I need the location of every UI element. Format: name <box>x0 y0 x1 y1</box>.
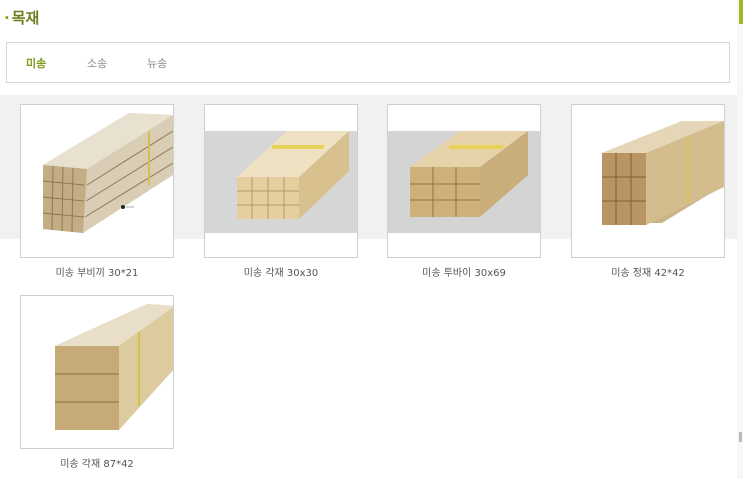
product-thumbnail[interactable] <box>20 104 174 258</box>
category-tab-bar: 미송 소송 뉴송 <box>6 42 730 83</box>
section-title-text: 목재 <box>11 9 40 27</box>
square-timber-bundle-icon <box>602 121 724 225</box>
tab-misong[interactable]: 미송 <box>26 55 46 71</box>
product-name[interactable]: 미송 각재 87*42 <box>20 455 174 470</box>
product-thumbnail[interactable] <box>204 104 358 258</box>
product-thumbnail[interactable] <box>20 295 174 449</box>
loading-indicator <box>121 205 135 209</box>
product-card[interactable]: 미송 각재 87*42 <box>20 295 174 470</box>
product-thumbnail[interactable] <box>571 104 725 258</box>
section-title: · 목재 <box>4 7 39 28</box>
product-card[interactable]: 미송 정재 42*42 <box>571 104 725 279</box>
square-lumber-bundle-icon <box>205 131 357 233</box>
two-by-lumber-bundle-icon <box>388 131 540 233</box>
tab-nyusong[interactable]: 뉴송 <box>147 55 167 71</box>
stacked-boards-icon <box>42 113 173 233</box>
scrollbar-thumb[interactable] <box>739 0 743 24</box>
product-card[interactable]: 미송 투바이 30x69 <box>387 104 541 279</box>
product-name[interactable]: 미송 부비끼 30*21 <box>20 264 174 279</box>
scrollbar[interactable] <box>737 0 743 479</box>
title-bullet: · <box>4 9 10 27</box>
product-thumbnail[interactable] <box>387 104 541 258</box>
large-beam-bundle-icon <box>55 304 173 430</box>
product-name[interactable]: 미송 정재 42*42 <box>571 264 725 279</box>
product-name[interactable]: 미송 투바이 30x69 <box>387 264 541 279</box>
product-card[interactable]: 미송 각재 30x30 <box>204 104 358 279</box>
tab-sosong[interactable]: 소송 <box>87 55 107 71</box>
scrollbar-marker <box>739 432 742 442</box>
product-card[interactable]: 미송 부비끼 30*21 <box>20 104 174 279</box>
product-name[interactable]: 미송 각재 30x30 <box>204 264 358 279</box>
